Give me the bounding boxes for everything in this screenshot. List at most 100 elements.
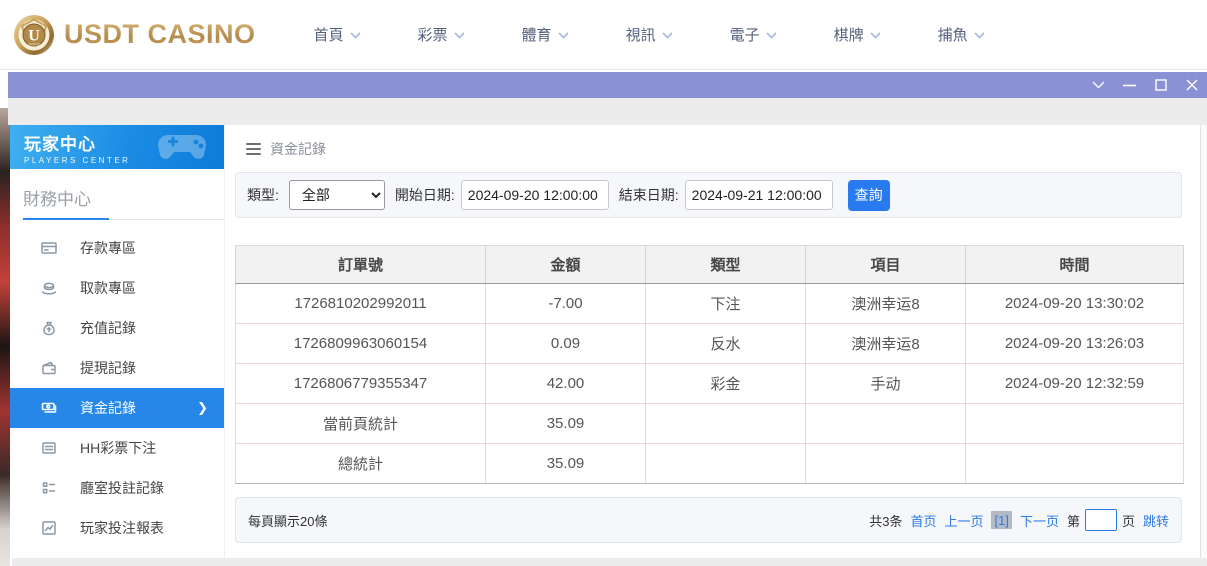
table-cell: 35.09 bbox=[486, 404, 646, 444]
table-cell: 2024-09-20 12:32:59 bbox=[966, 364, 1184, 404]
sidebar-item-5[interactable]: HH彩票下注 bbox=[10, 428, 224, 468]
sidebar-item-2[interactable]: 充值記錄 bbox=[10, 308, 224, 348]
records-table: 訂單號金額類型項目時間 1726810202992011-7.00下注澳洲幸运8… bbox=[235, 245, 1184, 484]
sidebar-item-label: 存款專區 bbox=[80, 238, 136, 258]
nav-item-0[interactable]: 首頁 bbox=[314, 24, 361, 45]
next-page-link[interactable]: 下一页 bbox=[1020, 511, 1059, 530]
minimize-window-icon[interactable] bbox=[1114, 72, 1145, 98]
table-cell: 總統計 bbox=[236, 444, 486, 484]
sidebar-item-3[interactable]: 提現記錄 bbox=[10, 348, 224, 388]
start-date-input[interactable] bbox=[461, 180, 609, 210]
brand-name: USDT CASINO bbox=[64, 19, 256, 50]
table-cell bbox=[806, 444, 966, 484]
wallet-icon bbox=[40, 359, 58, 377]
sidebar-item-4[interactable]: 資金記錄 ❯ bbox=[10, 388, 224, 428]
table-row: 17268099630601540.09反水澳洲幸运82024-09-20 13… bbox=[236, 324, 1184, 364]
filter-bar: 類型: 全部 開始日期: 結束日期: 查詢 bbox=[235, 172, 1182, 218]
players-center-banner: 玩家中心 PLAYERS CENTER bbox=[10, 125, 224, 169]
table-cell bbox=[966, 404, 1184, 444]
brand-logo[interactable]: U CASINO USDT CASINO bbox=[12, 13, 256, 57]
table-cell: 當前頁統計 bbox=[236, 404, 486, 444]
sidebar-item-label: HH彩票下注 bbox=[80, 438, 156, 458]
cash-icon bbox=[40, 399, 58, 417]
chevron-down-icon bbox=[350, 32, 361, 39]
window-titlebar bbox=[8, 72, 1207, 98]
window-subbar bbox=[8, 98, 1207, 125]
jump-page-input[interactable] bbox=[1085, 509, 1117, 531]
table-cell: 1726810202992011 bbox=[236, 284, 486, 324]
table-cell: 2024-09-20 13:26:03 bbox=[966, 324, 1184, 364]
table-cell: 42.00 bbox=[486, 364, 646, 404]
table-cell: 彩金 bbox=[646, 364, 806, 404]
sidebar-item-label: 資金記錄 bbox=[80, 398, 136, 418]
scrollbar[interactable] bbox=[1200, 125, 1207, 558]
nav-item-1[interactable]: 彩票 bbox=[418, 24, 465, 45]
hamburger-icon[interactable] bbox=[246, 143, 261, 155]
breadcrumb: 資金記錄 bbox=[232, 125, 1190, 159]
start-date-label: 開始日期: bbox=[395, 185, 455, 205]
nav-item-label: 電子 bbox=[730, 24, 760, 45]
nav-item-4[interactable]: 電子 bbox=[730, 24, 777, 45]
maximize-window-icon[interactable] bbox=[1145, 72, 1176, 98]
sidebar-item-label: 廳室投註記錄 bbox=[80, 478, 164, 498]
nav-item-label: 視訊 bbox=[626, 24, 656, 45]
page-title: 資金記錄 bbox=[270, 139, 326, 159]
withdraw-hand-icon bbox=[40, 279, 58, 297]
pager: 共3条 首页 上一页 [1] 下一页 第 页 跳转 bbox=[869, 509, 1169, 531]
main-nav: 首頁 彩票 體育 視訊 電子 棋牌 捕魚 bbox=[314, 24, 985, 45]
column-header: 項目 bbox=[806, 246, 966, 284]
query-button[interactable]: 查詢 bbox=[848, 180, 890, 211]
table-cell: 0.09 bbox=[486, 324, 646, 364]
column-header: 金額 bbox=[486, 246, 646, 284]
page-size-text: 每頁顯示20條 bbox=[248, 511, 327, 530]
personal-section-heading: 個人中心 bbox=[10, 548, 224, 558]
chevron-down-icon bbox=[974, 32, 985, 39]
sidebar-item-1[interactable]: 取款專區 bbox=[10, 268, 224, 308]
column-header: 訂單號 bbox=[236, 246, 486, 284]
chevron-down-icon bbox=[662, 32, 673, 39]
nav-item-5[interactable]: 棋牌 bbox=[834, 24, 881, 45]
pagination-bar: 每頁顯示20條 共3条 首页 上一页 [1] 下一页 第 页 跳转 bbox=[235, 497, 1182, 543]
end-date-input[interactable] bbox=[685, 180, 833, 210]
type-select[interactable]: 全部 bbox=[289, 180, 385, 210]
records-table-body: 1726810202992011-7.00下注澳洲幸运82024-09-20 1… bbox=[236, 284, 1184, 484]
prev-page-link[interactable]: 上一页 bbox=[944, 511, 983, 530]
table-cell: 1726809963060154 bbox=[236, 324, 486, 364]
nav-item-3[interactable]: 視訊 bbox=[626, 24, 673, 45]
sidebar-item-label: 取款專區 bbox=[80, 278, 136, 298]
table-row: 1726810202992011-7.00下注澳洲幸运82024-09-20 1… bbox=[236, 284, 1184, 324]
nav-item-6[interactable]: 捕魚 bbox=[938, 24, 985, 45]
nav-item-label: 體育 bbox=[522, 24, 552, 45]
soccer-ball-logo-icon: U CASINO bbox=[12, 13, 56, 57]
end-date-label: 結束日期: bbox=[619, 185, 679, 205]
sidebar-menu: 存款專區取款專區充值記錄提現記錄資金記錄 ❯ HH彩票下注廳室投註記錄玩家投注報表 bbox=[10, 228, 224, 548]
chevron-down-icon bbox=[454, 32, 465, 39]
svg-text:CASINO: CASINO bbox=[28, 42, 41, 46]
sidebar-item-6[interactable]: 廳室投註記錄 bbox=[10, 468, 224, 508]
table-cell bbox=[966, 444, 1184, 484]
finance-section-rule bbox=[23, 219, 224, 220]
table-cell: 1726806779355347 bbox=[236, 364, 486, 404]
sidebar-item-7[interactable]: 玩家投注報表 bbox=[10, 508, 224, 548]
first-page-link[interactable]: 首页 bbox=[910, 511, 936, 530]
collapse-window-icon[interactable] bbox=[1083, 72, 1114, 98]
table-row: 總統計35.09 bbox=[236, 444, 1184, 484]
total-count: 共3条 bbox=[869, 511, 902, 530]
table-cell: 2024-09-20 13:30:02 bbox=[966, 284, 1184, 324]
sidebar-item-label: 充值記錄 bbox=[80, 318, 136, 338]
chevron-down-icon bbox=[766, 32, 777, 39]
sidebar-item-0[interactable]: 存款專區 bbox=[10, 228, 224, 268]
jump-group: 第 页 bbox=[1067, 509, 1135, 531]
table-row: 172680677935534742.00彩金手动2024-09-20 12:3… bbox=[236, 364, 1184, 404]
type-label: 類型: bbox=[247, 185, 279, 205]
chevron-right-icon: ❯ bbox=[197, 400, 208, 416]
jump-suffix: 页 bbox=[1122, 511, 1135, 530]
sidebar: 玩家中心 PLAYERS CENTER 財務中心 存款專區取款專區充值記錄提現記… bbox=[10, 125, 225, 558]
nav-item-2[interactable]: 體育 bbox=[522, 24, 569, 45]
chevron-down-icon bbox=[558, 32, 569, 39]
records-table-head: 訂單號金額類型項目時間 bbox=[236, 246, 1184, 284]
window-bottom-edge bbox=[12, 558, 1207, 566]
jump-link[interactable]: 跳转 bbox=[1143, 511, 1169, 530]
site-header: U CASINO USDT CASINO 首頁 彩票 體育 視訊 電子 棋牌 捕魚 bbox=[0, 0, 1207, 70]
close-window-icon[interactable] bbox=[1176, 72, 1207, 98]
